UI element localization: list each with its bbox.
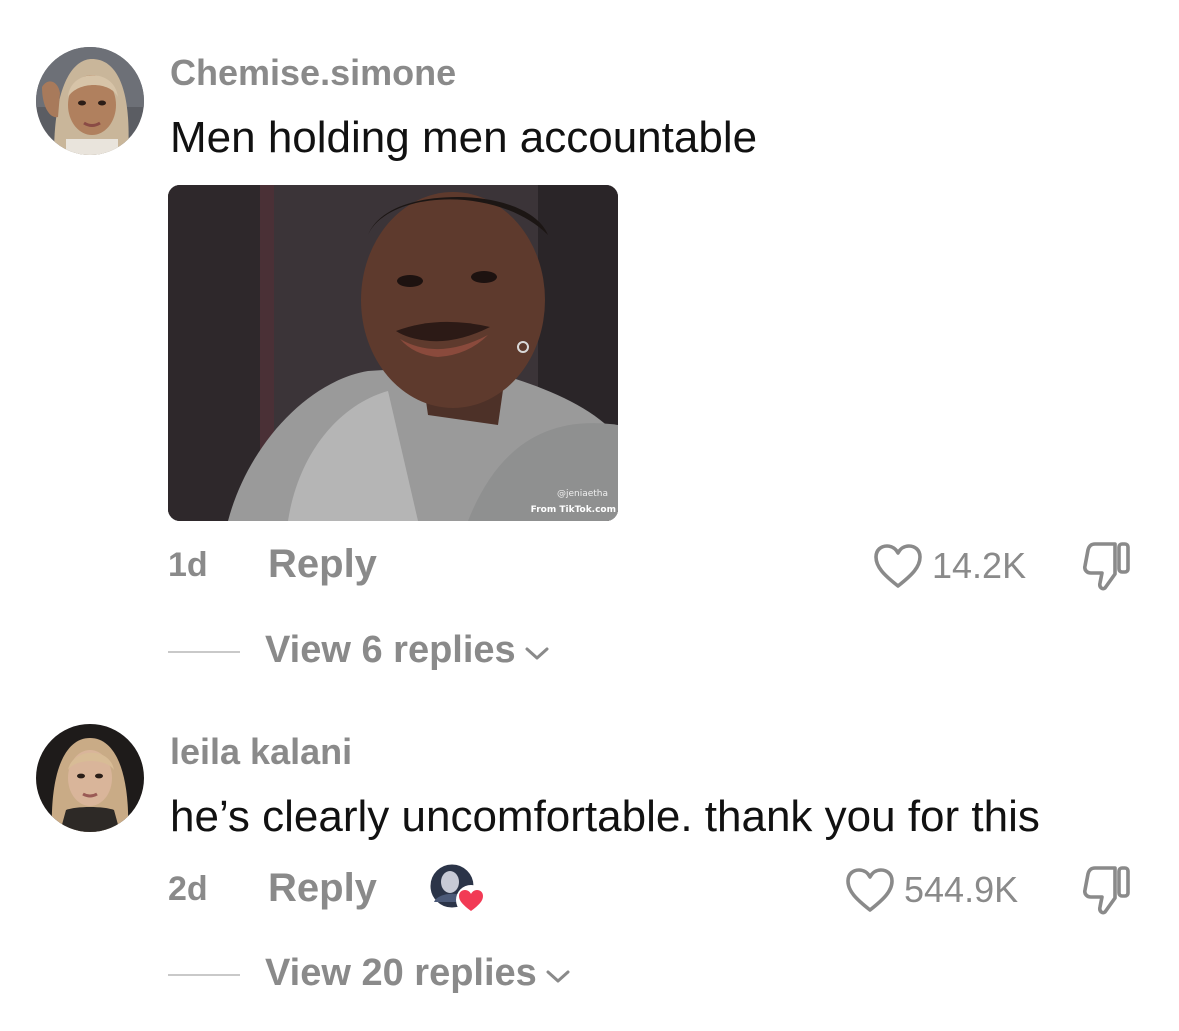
heart-outline-icon bbox=[846, 868, 894, 912]
like-button[interactable]: 544.9K bbox=[844, 865, 1018, 915]
replies-divider bbox=[168, 974, 240, 976]
like-button[interactable]: 14.2K bbox=[872, 541, 1026, 591]
comment-gif-image[interactable]: @jeniaetha From TikTok.com bbox=[168, 185, 618, 521]
reply-button[interactable]: Reply bbox=[268, 542, 377, 587]
creator-liked-badge bbox=[428, 862, 488, 918]
heart-outline-icon bbox=[874, 544, 922, 588]
view-replies-label: View 20 replies bbox=[265, 952, 537, 994]
like-count: 14.2K bbox=[932, 545, 1027, 586]
like-count: 544.9K bbox=[904, 869, 1019, 910]
dislike-button[interactable] bbox=[1083, 864, 1133, 916]
user-avatar[interactable] bbox=[36, 724, 144, 832]
comment-age: 2d bbox=[168, 870, 208, 908]
comment-username[interactable]: leila kalani bbox=[170, 731, 352, 773]
thumbs-down-icon bbox=[1083, 542, 1130, 591]
replies-divider bbox=[168, 651, 240, 653]
comment-age: 1d bbox=[168, 546, 208, 584]
avatar-photo bbox=[36, 724, 144, 832]
comment-username[interactable]: Chemise.simone bbox=[170, 52, 456, 94]
gif-watermark-handle: @jeniaetha bbox=[556, 489, 608, 499]
gif-watermark-source: From TikTok.com bbox=[530, 505, 616, 515]
comment-text: Men holding men accountable bbox=[170, 113, 758, 162]
view-replies-button[interactable]: View 20 replies bbox=[265, 952, 571, 995]
comment-text: he’s clearly uncomfortable. thank you fo… bbox=[170, 792, 1040, 841]
chevron-down-icon bbox=[546, 970, 570, 982]
chevron-down-icon bbox=[525, 647, 549, 659]
thumbs-down-icon bbox=[1083, 866, 1130, 915]
dislike-button[interactable] bbox=[1083, 540, 1133, 592]
view-replies-button[interactable]: View 6 replies bbox=[265, 629, 550, 672]
gif-frame bbox=[168, 185, 618, 521]
avatar-photo bbox=[36, 47, 144, 155]
creator-liked-heart-icon bbox=[429, 863, 486, 915]
view-replies-label: View 6 replies bbox=[265, 629, 516, 671]
user-avatar[interactable] bbox=[36, 47, 144, 155]
reply-button[interactable]: Reply bbox=[268, 866, 377, 911]
